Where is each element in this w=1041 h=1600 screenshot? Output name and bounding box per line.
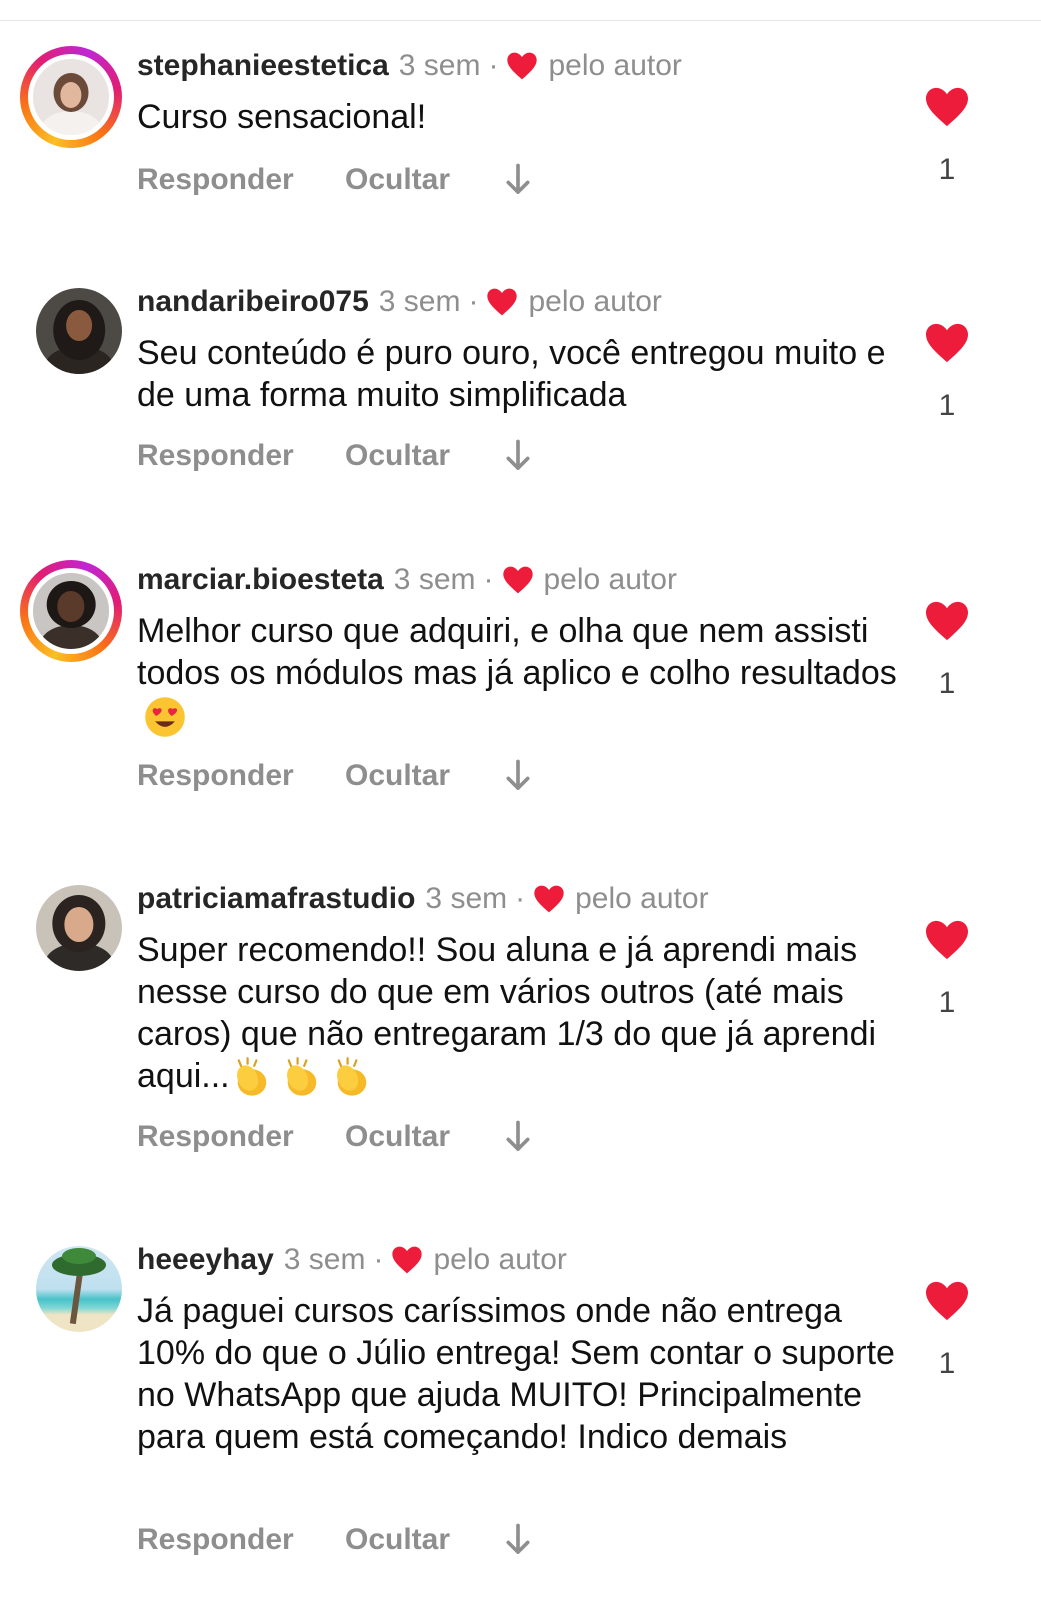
username[interactable]: marciar.bioesteta [137,560,384,600]
hide-button[interactable]: Ocultar [345,160,505,200]
liked-by-author-label: pelo autor [528,285,662,318]
comment-time: 3 sem [393,563,476,596]
liked-by-author-heart-icon [487,288,518,316]
comment-actions: Responder Ocultar [137,436,531,476]
username[interactable]: patriciamafrastudio [137,879,415,919]
clapping-hands-emoji-icon [336,1057,366,1096]
avatar [36,1246,122,1332]
arrow-down-icon[interactable] [505,163,531,197]
arrow-down-icon[interactable] [505,439,531,473]
comment-text-block: Melhor curso que adquiri, e olha que nem… [137,610,897,739]
comment-actions: Responder Ocultar [137,1520,531,1560]
comment-text: Curso sensacional! [137,98,427,136]
top-divider [0,20,1041,21]
comment-text: Seu conteúdo é puro ouro, você entregou … [137,334,886,414]
reply-button[interactable]: Responder [137,756,345,796]
avatar-wrap[interactable] [28,280,130,382]
comment-text: Melhor curso que adquiri, e olha que nem… [137,612,897,692]
comment-actions: Responder Ocultar [137,160,531,200]
comment-time: 3 sem [378,285,461,318]
hide-button[interactable]: Ocultar [345,436,505,476]
like-heart-icon[interactable] [924,919,970,961]
liked-by-author-label: pelo autor [543,563,677,596]
like-heart-icon[interactable] [924,86,970,128]
avatar [36,885,122,971]
comment-header: marciar.bioesteta 3 sem · pelo autor [137,560,677,600]
reply-button[interactable]: Responder [137,1117,345,1157]
separator: · [468,285,479,318]
separator: · [483,563,494,596]
username[interactable]: heeeyhay [137,1240,274,1280]
liked-by-author-label: pelo autor [575,882,709,915]
like-count: 1 [938,153,956,186]
like-count: 1 [938,389,956,422]
like-count: 1 [938,667,956,700]
avatar-story-ring[interactable] [20,46,122,148]
clapping-hands-emoji-icon [236,1057,266,1096]
like-count: 1 [938,1347,956,1380]
clapping-hands-emoji-icon [286,1057,316,1096]
comment-time: 3 sem [425,882,508,915]
like-heart-icon[interactable] [924,600,970,642]
arrow-down-icon[interactable] [505,759,531,793]
comment-time: 3 sem [283,1243,366,1276]
liked-by-author-heart-icon [534,885,564,913]
liked-by-author-heart-icon [392,1246,423,1274]
like-heart-icon[interactable] [924,322,970,364]
username[interactable]: nandaribeiro075 [137,282,369,322]
liked-by-author-heart-icon [507,52,538,80]
username[interactable]: stephanieestetica [137,46,389,86]
comment-actions: Responder Ocultar [137,1117,531,1157]
liked-by-author-heart-icon [502,566,533,594]
comment-header: stephanieestetica 3 sem · pelo autor [137,46,682,86]
hide-button[interactable]: Ocultar [345,1117,505,1157]
arrow-down-icon[interactable] [505,1523,531,1557]
comment-text-block: Super recomendo!! Sou aluna e já aprendi… [137,929,897,1100]
arrow-down-icon[interactable] [505,1120,531,1154]
separator: · [488,49,499,82]
comment-time: 3 sem [398,49,481,82]
like-count: 1 [938,986,956,1019]
comment-header: patriciamafrastudio 3 sem · pelo autor [137,879,709,919]
avatar-story-ring[interactable] [20,560,122,662]
comment-header: nandaribeiro075 3 sem · pelo autor [137,282,662,322]
avatar [28,568,114,654]
separator: · [373,1243,384,1276]
avatar-wrap[interactable] [28,1238,130,1340]
like-heart-icon[interactable] [924,1280,970,1322]
comment-text: Já paguei cursos caríssimos onde não ent… [137,1292,895,1456]
hide-button[interactable]: Ocultar [345,1520,505,1560]
reply-button[interactable]: Responder [137,436,345,476]
comment-actions: Responder Ocultar [137,756,531,796]
separator: · [515,882,526,915]
liked-by-author-label: pelo autor [433,1243,567,1276]
hide-button[interactable]: Ocultar [345,756,505,796]
reply-button[interactable]: Responder [137,160,345,200]
heart-eyes-emoji-icon [145,697,185,737]
avatar [36,288,122,374]
reply-button[interactable]: Responder [137,1520,345,1560]
avatar-wrap[interactable] [28,877,130,979]
comment-header: heeeyhay 3 sem · pelo autor [137,1240,567,1280]
liked-by-author-label: pelo autor [548,49,682,82]
avatar [28,54,114,140]
